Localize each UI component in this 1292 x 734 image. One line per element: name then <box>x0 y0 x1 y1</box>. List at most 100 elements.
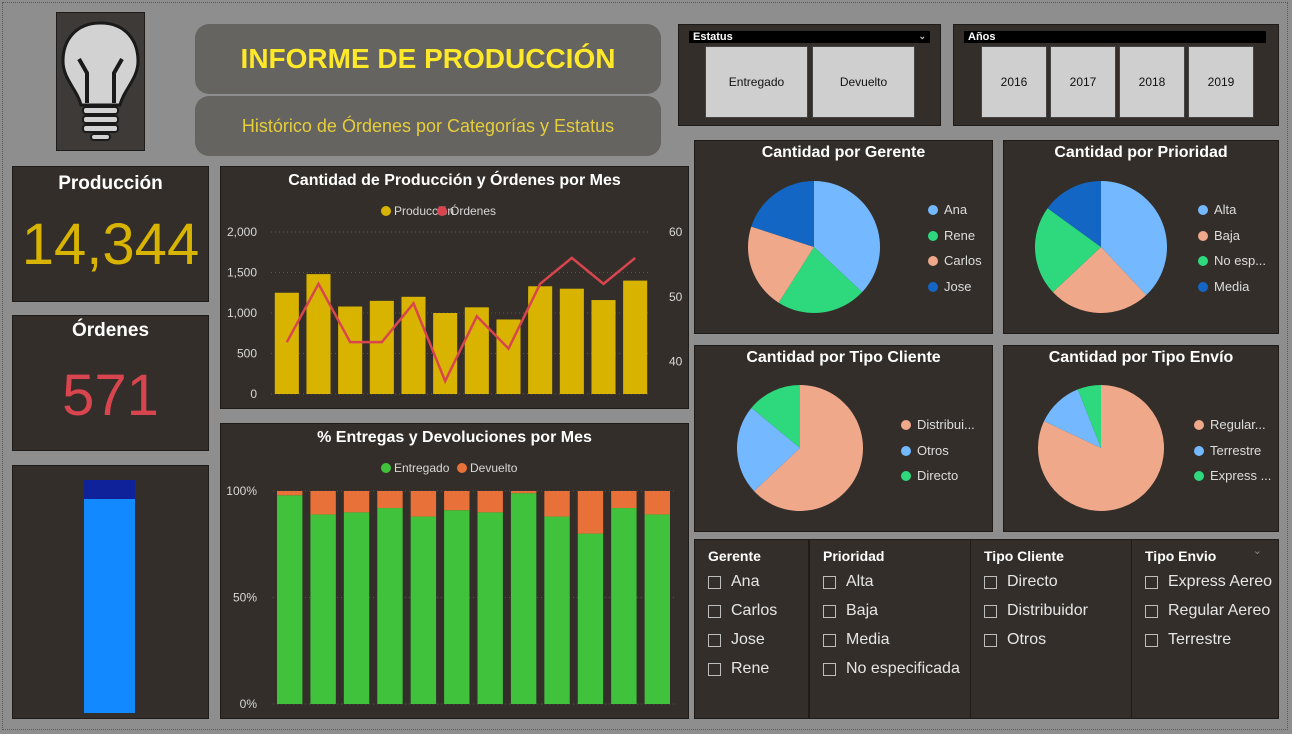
filter-option-distribuidor[interactable]: Distribuidor <box>984 602 1088 620</box>
legend-item[interactable]: Media <box>1198 279 1249 294</box>
checkbox[interactable] <box>708 633 721 647</box>
bar-entregado[interactable] <box>377 508 403 704</box>
legend-item[interactable]: Directo <box>901 468 958 483</box>
bar-entregado[interactable] <box>410 516 437 704</box>
checkbox[interactable] <box>984 633 997 647</box>
filter-option-otros[interactable]: Otros <box>984 631 1046 649</box>
bar-produccion[interactable] <box>623 280 648 394</box>
legend-item[interactable]: No esp... <box>1198 253 1266 268</box>
pie-tipo-envio-card: Cantidad por Tipo Envío Regular... Terres… <box>1003 345 1279 532</box>
bar-entregado[interactable] <box>577 533 604 704</box>
filter-tipo-cliente: Tipo Cliente Directo Distribuidor Otros <box>970 539 1132 719</box>
estatus-option-entregado[interactable]: Entregado <box>705 46 808 118</box>
checkbox[interactable] <box>823 604 836 618</box>
legend-item[interactable]: Otros <box>901 443 949 458</box>
checkbox[interactable] <box>823 633 836 647</box>
checkbox[interactable] <box>708 575 721 589</box>
checkbox[interactable] <box>1145 604 1158 618</box>
bar-devuelto[interactable] <box>577 491 604 534</box>
bar-devuelto[interactable] <box>410 491 437 517</box>
filter-option-rene[interactable]: Rene <box>708 660 769 678</box>
legend-marker <box>457 463 467 473</box>
bar-produccion[interactable] <box>369 300 394 394</box>
bar-devuelto[interactable] <box>510 491 537 494</box>
bar-produccion[interactable] <box>559 288 584 394</box>
filter-option-ana[interactable]: Ana <box>708 573 759 591</box>
bar-devuelto[interactable] <box>377 491 403 509</box>
checkbox[interactable] <box>708 604 721 618</box>
filter-option-label: No especificada <box>846 660 960 677</box>
anios-slicer-header: Años <box>964 31 1266 43</box>
legend-marker <box>381 206 391 216</box>
estatus-slicer-header[interactable]: Estatus ⌄ <box>689 31 930 43</box>
filter-option-label: Media <box>846 631 890 648</box>
checkbox[interactable] <box>823 575 836 589</box>
filter-option-express-aereo[interactable]: Express Aereo <box>1145 573 1272 591</box>
filter-option-label: Alta <box>846 573 874 590</box>
checkbox[interactable] <box>1145 633 1158 647</box>
filter-option-regular-aereo[interactable]: Regular Aereo <box>1145 602 1270 620</box>
bar-entregado[interactable] <box>477 512 503 704</box>
filter-option-baja[interactable]: Baja <box>823 602 878 620</box>
filter-option-jose[interactable]: Jose <box>708 631 765 649</box>
filter-option-terrestre[interactable]: Terrestre <box>1145 631 1231 649</box>
bar-entregado[interactable] <box>310 514 336 704</box>
legend-item[interactable]: Ana <box>928 202 967 217</box>
bar-devuelto[interactable] <box>343 491 370 513</box>
bar-devuelto[interactable] <box>444 491 470 511</box>
produccion-ordenes-chart: ProducciónÓrdenes 2,000 1,500 1,000 500 0 60 5… <box>227 203 683 401</box>
filter-option-carlos[interactable]: Carlos <box>708 602 777 620</box>
filter-option-label: Directo <box>1007 573 1058 590</box>
y-tick-label: 500 <box>237 347 257 361</box>
bar-devuelto[interactable] <box>277 491 303 496</box>
legend-item[interactable]: Regular... <box>1194 417 1266 432</box>
bar-entregado[interactable] <box>544 516 570 704</box>
legend-item[interactable]: Jose <box>928 279 971 294</box>
bar-devuelto[interactable] <box>644 491 670 515</box>
bar-entregado[interactable] <box>343 512 370 704</box>
anio-option-2017[interactable]: 2017 <box>1050 46 1116 118</box>
bar-entregado[interactable] <box>444 510 470 704</box>
gauge-card <box>12 465 209 719</box>
legend-item[interactable]: Carlos <box>928 253 982 268</box>
bar-produccion[interactable] <box>306 274 331 394</box>
chevron-down-icon[interactable]: ⌄ <box>1253 544 1262 557</box>
bar-produccion[interactable] <box>401 296 426 394</box>
kpi-produccion-value: 14,344 <box>21 212 200 277</box>
bar-entregado[interactable] <box>277 495 303 704</box>
legend-item[interactable]: Distribui... <box>901 417 975 432</box>
legend-item[interactable]: Baja <box>1198 228 1240 243</box>
legend-item[interactable]: Express ... <box>1194 468 1271 483</box>
lightbulb-icon <box>61 21 140 141</box>
bar-produccion[interactable] <box>274 292 299 394</box>
bar-entregado[interactable] <box>510 493 537 704</box>
anio-option-2016[interactable]: 2016 <box>981 46 1047 118</box>
legend-item[interactable]: Alta <box>1198 202 1236 217</box>
legend-item[interactable]: Terrestre <box>1194 443 1261 458</box>
checkbox[interactable] <box>823 662 836 676</box>
filter-option-no-especificada[interactable]: No especificada <box>823 660 960 678</box>
bar-produccion[interactable] <box>591 300 616 394</box>
chevron-down-icon[interactable]: ⌄ <box>918 30 926 42</box>
bar-devuelto[interactable] <box>310 491 336 515</box>
checkbox[interactable] <box>984 575 997 589</box>
filter-option-media[interactable]: Media <box>823 631 890 649</box>
checkbox[interactable] <box>708 662 721 676</box>
bar-entregado[interactable] <box>611 508 637 704</box>
bar-devuelto[interactable] <box>477 491 503 513</box>
filter-option-directo[interactable]: Directo <box>984 573 1058 591</box>
estatus-option-devuelto[interactable]: Devuelto <box>812 46 915 118</box>
legend-label: Ana <box>944 202 968 217</box>
checkbox[interactable] <box>984 604 997 618</box>
filter-option-alta[interactable]: Alta <box>823 573 874 591</box>
anio-option-2019[interactable]: 2019 <box>1188 46 1254 118</box>
bar-devuelto[interactable] <box>544 491 570 517</box>
legend-item[interactable]: Rene <box>928 228 975 243</box>
bar-entregado[interactable] <box>644 514 670 704</box>
anio-option-label: 2017 <box>1069 75 1097 89</box>
bar-produccion[interactable] <box>464 307 489 394</box>
anio-option-2018[interactable]: 2018 <box>1119 46 1185 118</box>
bar-produccion[interactable] <box>338 306 363 394</box>
checkbox[interactable] <box>1145 575 1158 589</box>
bar-devuelto[interactable] <box>611 491 637 509</box>
